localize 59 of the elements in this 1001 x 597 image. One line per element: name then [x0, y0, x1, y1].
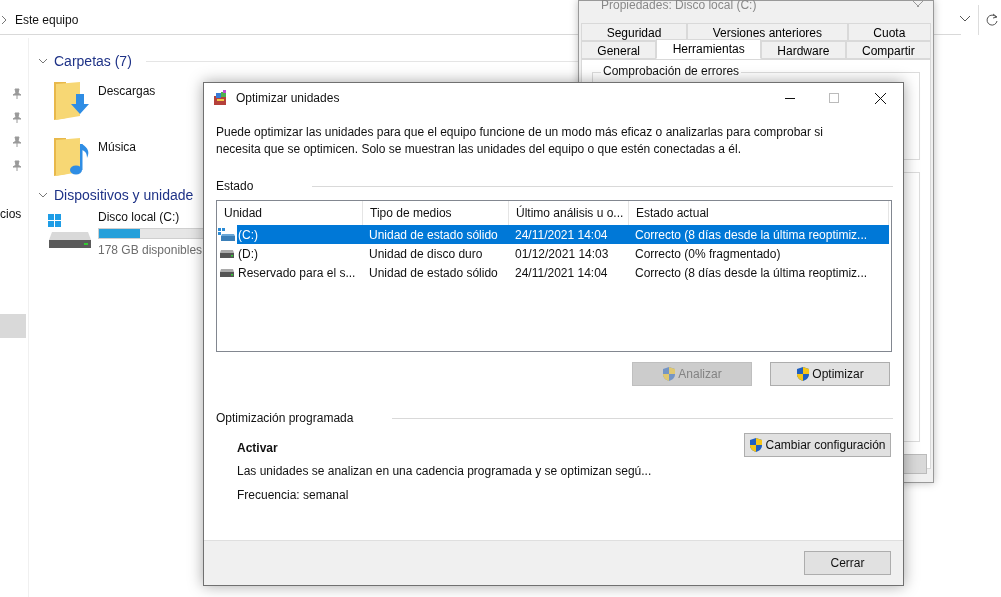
shield-icon [749, 437, 764, 453]
table-cell-text: 24/11/2021 14:04 [514, 264, 609, 282]
table-cell-text: (C:) [237, 226, 259, 244]
action-button[interactable]: Optimizar [770, 362, 890, 386]
pin-icon[interactable] [12, 88, 22, 100]
table-cell-text: Correcto (0% fragmentado) [634, 245, 782, 263]
sidebar-item[interactable]: cios [0, 205, 22, 223]
pin-icon[interactable] [12, 112, 22, 124]
table-cell-text: 24/11/2021 14:04 [514, 226, 609, 244]
table-cell-text: (D:) [237, 245, 259, 263]
schedule-heading: Activar [237, 440, 279, 457]
pin-icon[interactable] [12, 160, 22, 172]
chevron-down-icon[interactable] [38, 56, 48, 66]
address-path: Este equipo [15, 11, 79, 29]
tab[interactable]: Versiones anteriores [687, 23, 848, 41]
group-title: Comprobación de errores [601, 65, 742, 77]
tab[interactable]: Cuota [847, 23, 931, 41]
table-row[interactable]: (D:) Unidad de disco duro 01/12/2021 14:03 Correcto (0% fragmentado) [217, 244, 891, 263]
close-button[interactable]: Cerrar [804, 551, 891, 575]
table-cell-text: Unidad de estado sólido [368, 226, 499, 244]
table-row[interactable]: Reservado para el s... Unidad de estado sólido 24/11/2021 14:04 Correcto (8 días desde la última reoptimiz... [217, 263, 891, 282]
folder-name[interactable]: Descargas [98, 80, 156, 100]
app-icon [213, 90, 229, 106]
schedule-frequency: Frecuencia: semanal [237, 487, 350, 504]
section-title: Carpetas (7) [54, 51, 132, 71]
free-space: 178 GB disponibles [98, 242, 204, 259]
shield-icon [662, 366, 677, 382]
maximize-icon[interactable] [829, 93, 839, 103]
folder-name[interactable]: Música [98, 136, 136, 156]
chevron-down-icon[interactable] [38, 190, 48, 200]
table-cell-text: Correcto (8 días desde la última reoptimiz... [634, 264, 869, 282]
description: Puede optimizar las unidades para que el equipo funcione de un modo más eficaz o analizarlas para comprobar si necesita que se optimicen. Solo se muestran las unidades del equipo o que estén conectadas a él. [216, 124, 825, 158]
change-settings-button[interactable]: Cambiar configuración [744, 433, 891, 457]
section-label: Estado [216, 178, 255, 195]
minimize-icon[interactable] [785, 97, 795, 99]
tab[interactable]: General [581, 41, 657, 59]
system-drive-icon [218, 227, 236, 242]
refresh-icon[interactable] [986, 13, 998, 26]
tab[interactable]: Compartir [845, 41, 931, 59]
section-title: Dispositivos y unidade [54, 185, 194, 205]
table-cell-text: 01/12/2021 14:03 [514, 245, 610, 263]
pin-icon[interactable] [12, 136, 22, 148]
window-title: Optimizar unidades [236, 90, 340, 107]
table-cell-text: Reservado para el s... [237, 264, 357, 282]
table-cell-text: Unidad de disco duro [368, 245, 484, 263]
table-cell-text: Unidad de estado sólido [368, 264, 499, 282]
table-cell-text: Correcto (8 días desde la última reoptimiz... [634, 226, 869, 244]
tab[interactable]: Herramientas [656, 39, 761, 59]
hard-drive-icon [48, 214, 92, 250]
schedule-description: Las unidades se analizan en una cadencia programada y se optimizan segú... [237, 463, 653, 480]
chevron-right-icon [2, 15, 7, 24]
drive-icon [219, 267, 235, 278]
shield-icon [796, 366, 811, 382]
tab[interactable]: Hardware [761, 41, 846, 59]
tab[interactable]: Seguridad [581, 23, 687, 41]
download-folder-icon [52, 80, 92, 122]
drive-icon [219, 248, 235, 259]
chevron-down-icon[interactable] [960, 16, 970, 22]
section-label: Optimización programada [216, 410, 355, 427]
